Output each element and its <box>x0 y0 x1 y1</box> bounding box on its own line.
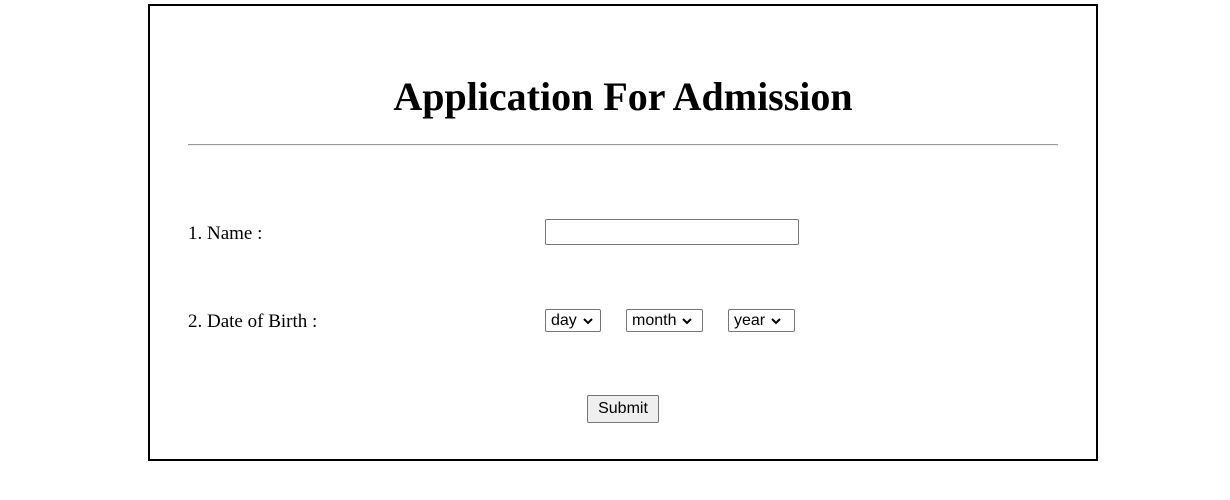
dob-year-select[interactable]: year <box>728 309 795 332</box>
dob-label: 2. Date of Birth : <box>188 311 318 332</box>
submit-button[interactable]: Submit <box>587 395 659 423</box>
page-title: Application For Admission <box>393 74 853 119</box>
name-input[interactable] <box>545 219 799 245</box>
dob-day-select[interactable]: day <box>545 309 601 332</box>
dob-month-select[interactable]: month <box>626 309 703 332</box>
dob-day-value: day <box>551 311 577 329</box>
admission-form-panel: Application For Admission 1. Name : 2. D… <box>148 4 1098 461</box>
chevron-down-icon <box>583 317 593 324</box>
dob-year-value: year <box>734 311 766 329</box>
chevron-down-icon <box>771 317 781 324</box>
title-divider <box>188 144 1058 146</box>
chevron-down-icon <box>682 317 693 324</box>
dob-month-value: month <box>632 311 677 329</box>
name-label: 1. Name : <box>188 223 263 244</box>
